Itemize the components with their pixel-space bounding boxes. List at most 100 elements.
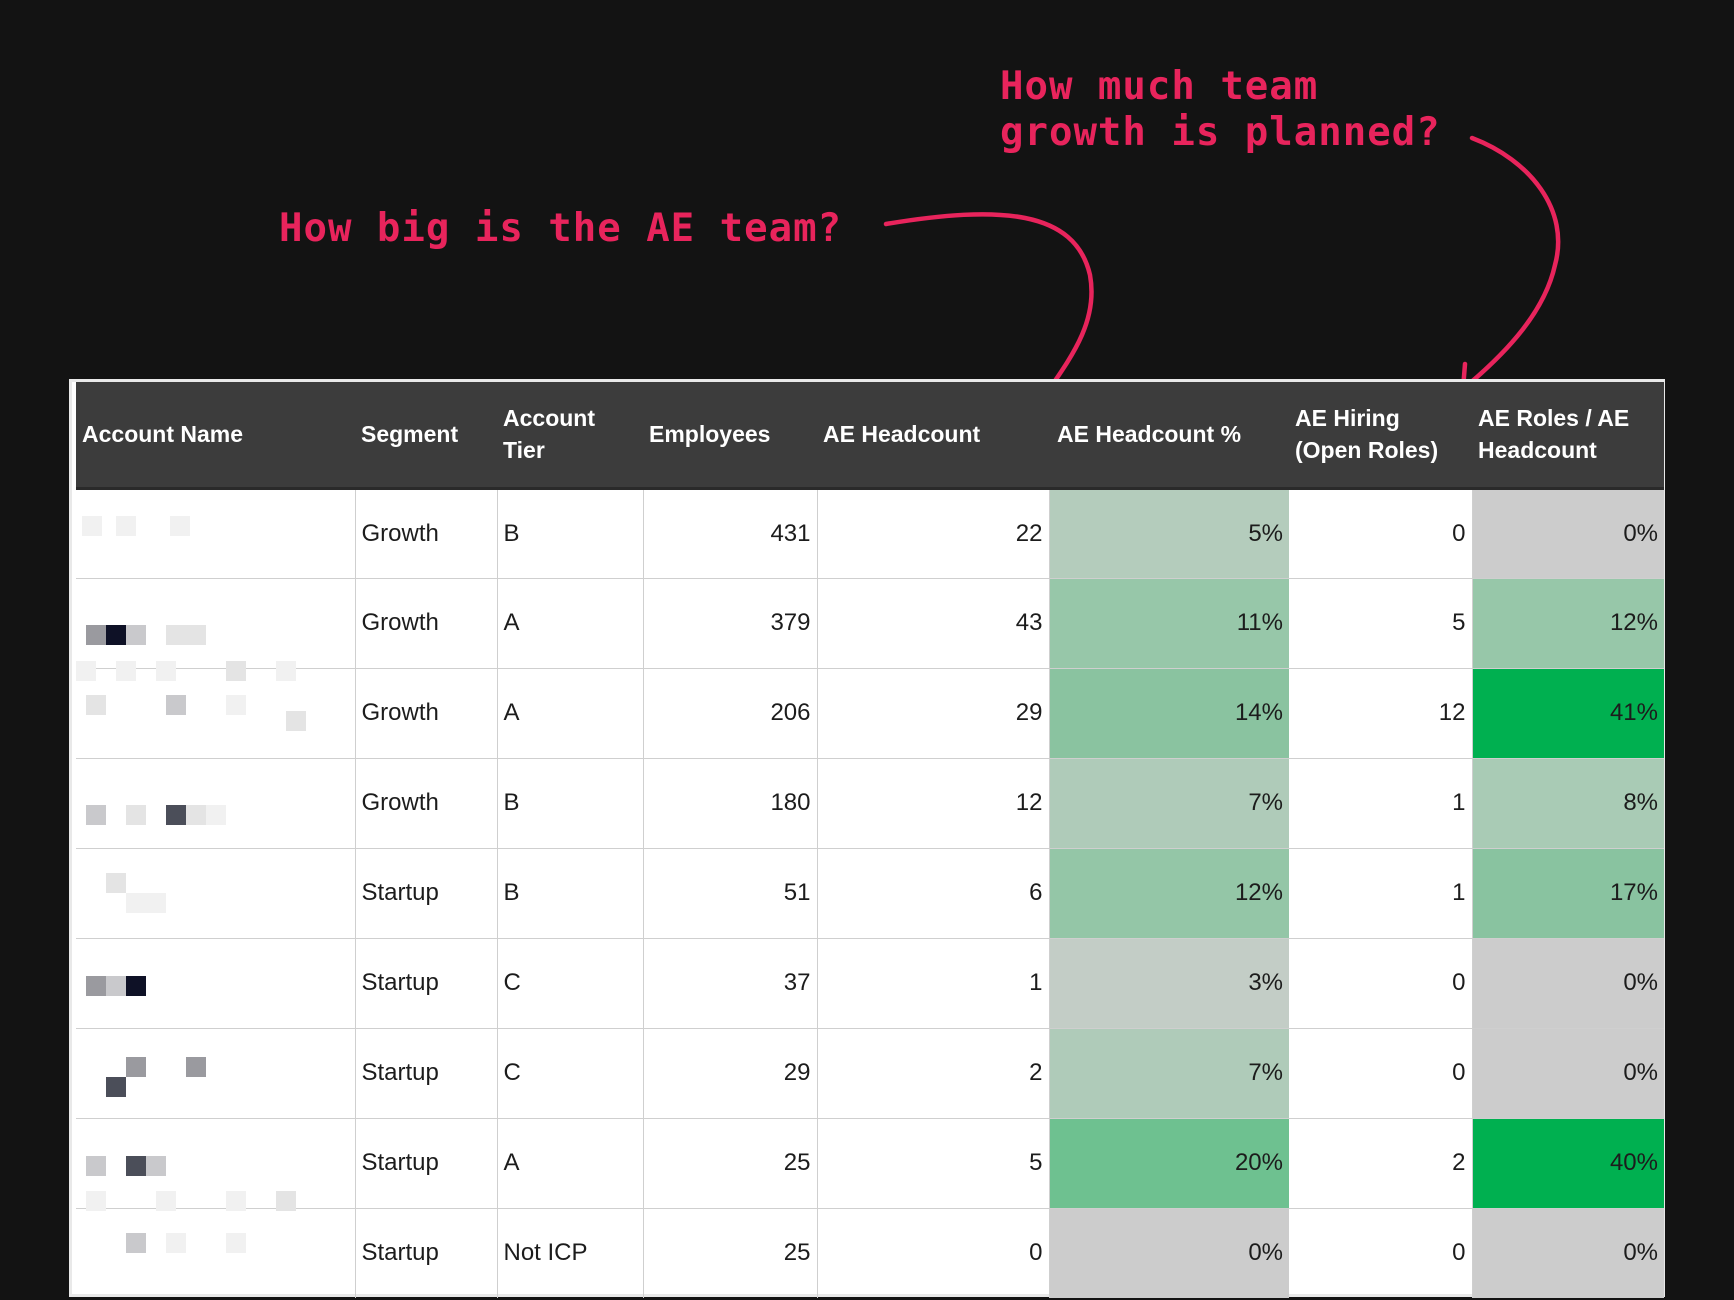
ae-hiring-cell[interactable]: 0 <box>1289 1208 1473 1298</box>
ae-hiring-cell[interactable]: 1 <box>1289 758 1473 849</box>
segment-cell[interactable]: Startup <box>355 1118 498 1209</box>
ae-headcount-cell[interactable]: 6 <box>817 848 1050 939</box>
employees-cell[interactable]: 180 <box>643 758 818 849</box>
ae-roles-ratio-cell[interactable]: 0% <box>1472 1208 1664 1298</box>
ae-hiring-cell[interactable]: 12 <box>1289 668 1473 759</box>
ae-headcount-cell[interactable]: 43 <box>817 578 1050 669</box>
ae-headcount-cell[interactable]: 2 <box>817 1028 1050 1119</box>
ae-hiring-cell[interactable]: 0 <box>1289 488 1473 579</box>
header-employees[interactable]: Employees <box>643 382 817 490</box>
redacted-pixel-block <box>106 975 126 996</box>
segment-cell[interactable]: Growth <box>355 668 498 759</box>
ae-headcount-pct-cell[interactable]: 20% <box>1049 1118 1289 1209</box>
employees-cell[interactable]: 25 <box>643 1118 818 1209</box>
annotation-ae-team-size: How big is the AE team? <box>279 206 843 251</box>
redacted-pixel-block <box>86 694 106 715</box>
redacted-pixel-block <box>166 1232 186 1253</box>
ae-headcount-cell[interactable]: 22 <box>817 488 1050 579</box>
ae-headcount-pct-cell[interactable]: 3% <box>1049 938 1289 1029</box>
ae-headcount-cell[interactable]: 5 <box>817 1118 1050 1209</box>
employees-cell[interactable]: 29 <box>643 1028 818 1119</box>
redacted-pixel-block <box>126 1155 146 1176</box>
header-ae-headcount-pct[interactable]: AE Headcount % <box>1049 382 1289 490</box>
segment-cell[interactable]: Startup <box>355 848 498 939</box>
ae-roles-ratio-cell[interactable]: 41% <box>1472 668 1664 759</box>
ae-roles-ratio-cell[interactable]: 40% <box>1472 1118 1664 1209</box>
table-row[interactable]: Growth B 180 12 7% 1 8% <box>76 758 1664 849</box>
account-tier-cell[interactable]: Not ICP <box>497 1208 644 1298</box>
segment-cell[interactable]: Startup <box>355 1028 498 1119</box>
account-tier-cell[interactable]: C <box>497 1028 644 1119</box>
ae-headcount-pct-cell[interactable]: 14% <box>1049 668 1289 759</box>
redacted-pixel-block <box>170 515 190 536</box>
ae-headcount-pct-cell[interactable]: 12% <box>1049 848 1289 939</box>
employees-cell[interactable]: 51 <box>643 848 818 939</box>
ae-roles-ratio-cell[interactable]: 0% <box>1472 938 1664 1029</box>
redacted-pixel-block <box>166 804 186 825</box>
table-row[interactable]: Growth A 206 29 14% 12 41% <box>76 668 1664 759</box>
redacted-pixel-block <box>186 624 206 645</box>
account-name-cell-redacted <box>76 1208 356 1298</box>
redacted-pixel-block <box>186 804 206 825</box>
ae-hiring-cell[interactable]: 2 <box>1289 1118 1473 1209</box>
ae-roles-ratio-cell[interactable]: 12% <box>1472 578 1664 669</box>
arrow-to-ae-roles <box>1460 135 1561 392</box>
ae-roles-ratio-cell[interactable]: 0% <box>1472 1028 1664 1119</box>
redacted-pixel-block <box>126 975 146 996</box>
header-segment[interactable]: Segment <box>355 382 497 490</box>
table-row[interactable]: Startup C 37 1 3% 0 0% <box>76 938 1664 1029</box>
header-account-tier[interactable]: Account Tier <box>497 382 643 490</box>
header-ae-hiring[interactable]: AE Hiring (Open Roles) <box>1289 382 1472 490</box>
table-row[interactable]: Startup Not ICP 25 0 0% 0 0% <box>76 1208 1664 1298</box>
ae-headcount-cell[interactable]: 1 <box>817 938 1050 1029</box>
ae-headcount-pct-cell[interactable]: 7% <box>1049 1028 1289 1119</box>
redacted-pixel-block <box>206 804 226 825</box>
employees-cell[interactable]: 25 <box>643 1208 818 1298</box>
redacted-pixel-block <box>166 694 186 715</box>
redacted-pixel-block <box>106 1076 126 1097</box>
ae-headcount-pct-cell[interactable]: 5% <box>1049 488 1289 579</box>
redacted-pixel-block <box>226 694 246 715</box>
account-tier-cell[interactable]: B <box>497 848 644 939</box>
ae-roles-ratio-cell[interactable]: 0% <box>1472 488 1664 579</box>
employees-cell[interactable]: 37 <box>643 938 818 1029</box>
header-ae-headcount[interactable]: AE Headcount <box>817 382 1049 490</box>
header-ae-roles-ratio[interactable]: AE Roles / AE Headcount <box>1472 382 1664 490</box>
redacted-pixel-block <box>106 872 126 893</box>
table-row[interactable]: Startup B 51 6 12% 1 17% <box>76 848 1664 939</box>
account-tier-cell[interactable]: B <box>497 758 644 849</box>
ae-headcount-cell[interactable]: 29 <box>817 668 1050 759</box>
ae-hiring-cell[interactable]: 5 <box>1289 578 1473 669</box>
employees-cell[interactable]: 431 <box>643 488 818 579</box>
table-row[interactable]: Growth B 431 22 5% 0 0% <box>76 488 1664 579</box>
table-row[interactable]: Growth A 379 43 11% 5 12% <box>76 578 1664 681</box>
segment-cell[interactable]: Growth <box>355 488 498 579</box>
account-tier-cell[interactable]: B <box>497 488 644 579</box>
ae-roles-ratio-cell[interactable]: 17% <box>1472 848 1664 939</box>
account-tier-cell[interactable]: A <box>497 668 644 759</box>
segment-cell[interactable]: Startup <box>355 938 498 1029</box>
ae-headcount-cell[interactable]: 0 <box>817 1208 1050 1298</box>
table-row[interactable]: Startup A 25 5 20% 2 40% <box>76 1118 1664 1211</box>
account-tier-cell[interactable]: A <box>497 578 644 669</box>
segment-cell[interactable]: Startup <box>355 1208 498 1298</box>
segment-cell[interactable]: Growth <box>355 758 498 849</box>
account-tier-cell[interactable]: C <box>497 938 644 1029</box>
redacted-pixel-block <box>86 1155 106 1176</box>
header-account-name[interactable]: Account Name <box>76 382 355 490</box>
ae-headcount-pct-cell[interactable]: 11% <box>1049 578 1289 669</box>
segment-cell[interactable]: Growth <box>355 578 498 669</box>
ae-hiring-cell[interactable]: 0 <box>1289 1028 1473 1119</box>
ae-headcount-pct-cell[interactable]: 7% <box>1049 758 1289 849</box>
table-header-row: Account Name Segment Account Tier Employ… <box>76 382 1664 490</box>
ae-roles-ratio-cell[interactable]: 8% <box>1472 758 1664 849</box>
employees-cell[interactable]: 379 <box>643 578 818 669</box>
employees-cell[interactable]: 206 <box>643 668 818 759</box>
redacted-pixel-block <box>166 624 186 645</box>
account-tier-cell[interactable]: A <box>497 1118 644 1209</box>
ae-headcount-pct-cell[interactable]: 0% <box>1049 1208 1289 1298</box>
ae-headcount-cell[interactable]: 12 <box>817 758 1050 849</box>
ae-hiring-cell[interactable]: 1 <box>1289 848 1473 939</box>
table-row[interactable]: Startup C 29 2 7% 0 0% <box>76 1028 1664 1119</box>
ae-hiring-cell[interactable]: 0 <box>1289 938 1473 1029</box>
